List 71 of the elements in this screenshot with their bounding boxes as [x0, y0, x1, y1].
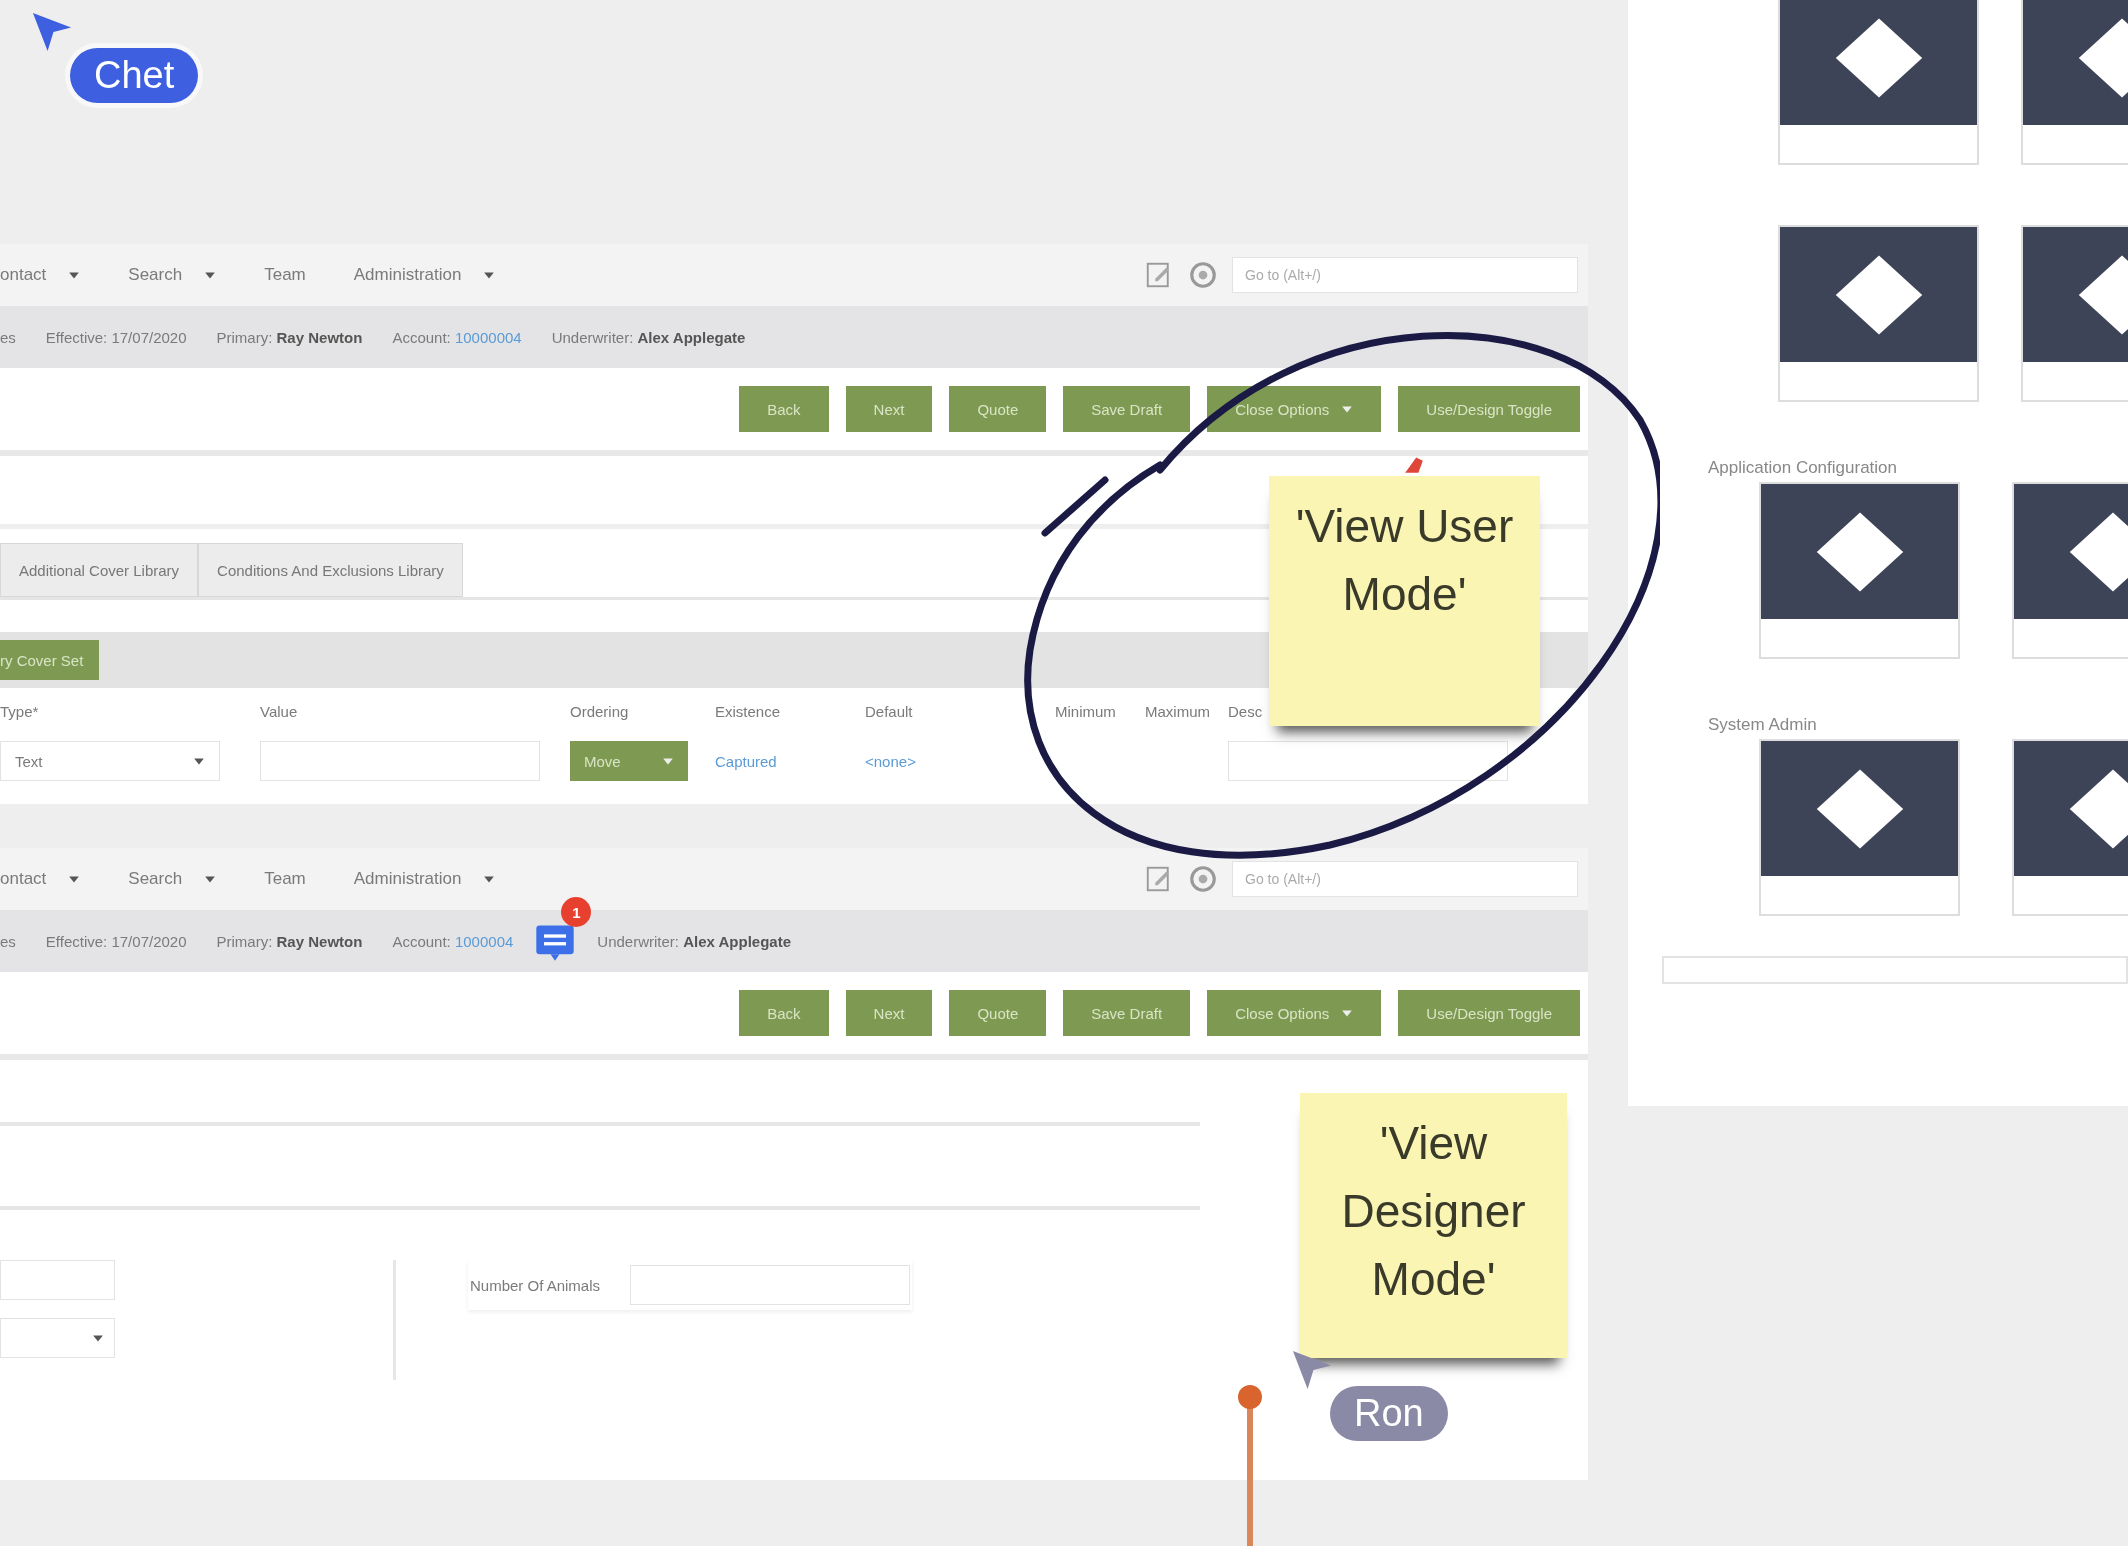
action-button[interactable]: Back — [739, 386, 829, 432]
action-button[interactable]: Quote — [949, 386, 1047, 432]
type-select[interactable]: Text — [0, 741, 220, 781]
info-text: Underwriter: Alex Applegate — [551, 328, 746, 346]
action-button[interactable]: Use/Design Toggle — [1398, 386, 1580, 432]
tab[interactable]: Conditions And Exclusions Library — [198, 543, 463, 597]
action-button[interactable]: Quote — [949, 990, 1047, 1036]
notification-badge: 1 — [561, 897, 592, 927]
action-button[interactable]: Save Draft — [1063, 990, 1191, 1036]
nav-menu-item[interactable]: Search — [128, 869, 183, 889]
nav-menu-item[interactable]: ontact — [0, 869, 47, 889]
goto-field[interactable]: Go to (Alt+/) — [1232, 861, 1578, 897]
value-field[interactable] — [260, 741, 540, 781]
info-text: Primary: Ray Newton — [216, 932, 363, 950]
account-link[interactable]: 1000004 — [454, 932, 514, 950]
dropdown-field[interactable] — [0, 1318, 115, 1358]
sticky-note[interactable]: 'View Designer Mode' — [1300, 1093, 1567, 1358]
column-header: Type* — [0, 702, 40, 720]
section-title: Application Configuration — [1708, 458, 1898, 478]
column-header: Maximum — [1145, 702, 1211, 720]
app-tile[interactable] — [1778, 225, 1979, 402]
action-button[interactable]: Use/Design Toggle — [1398, 990, 1580, 1036]
settings-icon[interactable] — [1188, 864, 1218, 894]
nav-menu-item[interactable]: Administration — [353, 869, 462, 889]
settings-icon[interactable] — [1188, 260, 1218, 290]
app-tile[interactable] — [1778, 0, 1979, 165]
goto-field[interactable]: Go to (Alt+/) — [1232, 257, 1578, 293]
nav-menu-item[interactable]: Team — [264, 265, 306, 285]
info-text: Primary: Ray Newton — [216, 328, 363, 346]
info-text: Effective: 17/07/2020 — [45, 932, 187, 950]
animals-field[interactable] — [630, 1265, 911, 1305]
nav-menu-item[interactable]: Administration — [353, 265, 462, 285]
column-header: Value — [260, 702, 299, 720]
account-link[interactable]: 10000004 — [454, 328, 522, 346]
cursor-label: Ron — [1330, 1386, 1448, 1441]
info-text: Underwriter: Alex Applegate — [597, 932, 791, 950]
existence-link[interactable]: Captured — [715, 752, 865, 770]
nav-menu-item[interactable]: Search — [128, 265, 183, 285]
cursor-arrow-icon — [1290, 1348, 1334, 1392]
info-label: Account: — [392, 932, 451, 950]
nav-menu-item[interactable]: ontact — [0, 265, 47, 285]
column-header: Existence — [715, 702, 782, 720]
cursor-label: Chet — [70, 48, 199, 103]
ordering-button[interactable]: Move — [570, 741, 688, 781]
nav-menu-item[interactable]: Team — [264, 869, 306, 889]
action-button[interactable]: Back — [739, 990, 829, 1036]
action-button[interactable]: Save Draft — [1063, 386, 1191, 432]
column-header: Minimum — [1055, 702, 1117, 720]
sticky-note[interactable]: 'View User Mode' — [1269, 476, 1540, 726]
app-tile[interactable] — [1759, 482, 1960, 659]
field-label: Number Of Animals — [470, 1276, 601, 1294]
info-text: es — [0, 328, 16, 346]
action-button[interactable]: Next — [845, 386, 933, 432]
section-title: System Admin — [1708, 715, 1818, 735]
action-button[interactable]: Close Options — [1207, 990, 1382, 1036]
app-tile[interactable] — [1759, 739, 1960, 916]
info-label: Account: — [392, 328, 451, 346]
column-header: Default — [865, 702, 914, 720]
cursor-arrow-icon — [30, 10, 74, 54]
action-button[interactable]: Next — [845, 990, 933, 1036]
text-field[interactable] — [0, 1260, 115, 1300]
description-field[interactable] — [1228, 741, 1508, 781]
info-text: es — [0, 932, 16, 950]
tab[interactable]: Additional Cover Library — [0, 543, 199, 597]
column-header: Ordering — [570, 702, 630, 720]
info-text: Effective: 17/07/2020 — [45, 328, 187, 346]
column-header: Desc — [1228, 702, 1264, 720]
default-link[interactable]: <none> — [865, 752, 1055, 770]
add-button[interactable]: ry Cover Set — [0, 640, 100, 680]
action-button[interactable]: Close Options — [1207, 386, 1382, 432]
pin-icon — [1403, 455, 1425, 473]
